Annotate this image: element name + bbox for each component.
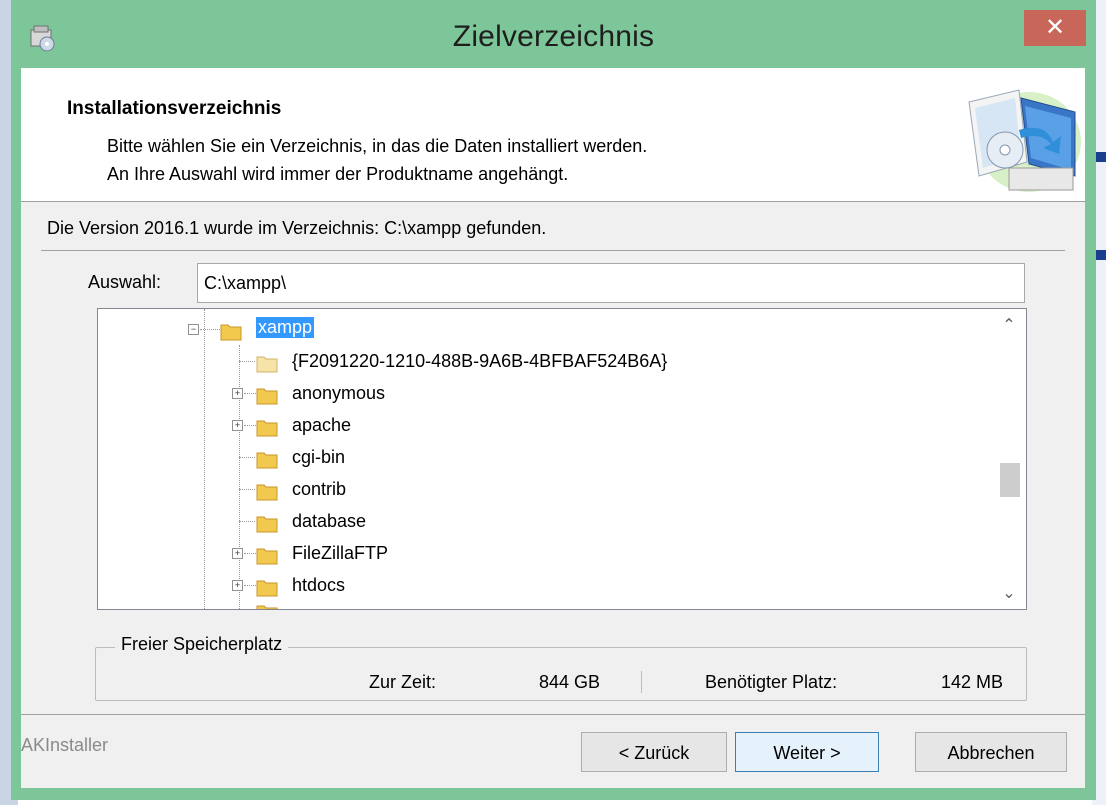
tree-item-label: cgi-bin: [292, 447, 346, 467]
tree-item-label: contrib: [292, 479, 347, 499]
title-bar[interactable]: Zielverzeichnis ✕: [11, 0, 1096, 68]
scroll-down-icon[interactable]: ⌄: [992, 583, 1026, 603]
back-button[interactable]: < Zurück: [581, 732, 727, 772]
tree-item[interactable]: + htdocs: [98, 569, 988, 601]
tree-connector: [244, 585, 256, 586]
cancel-button[interactable]: Abbrechen: [915, 732, 1067, 772]
current-space-value: 844 GB: [539, 672, 601, 692]
folder-icon: [256, 356, 278, 373]
separator: [641, 671, 642, 693]
required-space-label: Benötigter Platz:: [705, 672, 838, 692]
scroll-thumb[interactable]: [1000, 463, 1020, 497]
tree-connector: [239, 521, 255, 522]
folder-icon: [256, 605, 278, 609]
folder-icon: [256, 420, 278, 437]
tree-connector: [239, 489, 255, 490]
next-button[interactable]: Weiter >: [735, 732, 879, 772]
collapse-icon[interactable]: −: [188, 324, 199, 335]
current-space-label: Zur Zeit:: [369, 672, 437, 692]
installer-brand: AKInstaller: [21, 735, 109, 755]
tree-item-label: FileZillaFTP: [292, 543, 389, 563]
expand-icon[interactable]: +: [232, 420, 243, 431]
folder-icon: [256, 548, 278, 565]
header-description: Bitte wählen Sie ein Verzeichnis, in das…: [107, 136, 648, 156]
required-space-value: 142 MB: [941, 672, 1004, 692]
tree-item-label: apache: [292, 415, 352, 435]
tree-item[interactable]: + anonymous: [98, 377, 988, 409]
tree-item-label: {F2091220-1210-488B-9A6B-4BFBAF524B6A}: [292, 351, 668, 371]
tree-item[interactable]: + apache: [98, 409, 988, 441]
tree-item[interactable]: cgi-bin: [98, 441, 988, 473]
tree-item[interactable]: {F2091220-1210-488B-9A6B-4BFBAF524B6A}: [98, 345, 988, 377]
tree-item[interactable]: contrib: [98, 473, 988, 505]
folder-icon: [256, 516, 278, 533]
close-button[interactable]: ✕: [1024, 10, 1086, 46]
tree-connector: [239, 457, 255, 458]
folder-icon: [256, 484, 278, 501]
expand-icon[interactable]: +: [232, 580, 243, 591]
tree-item-label: xampp: [256, 317, 315, 338]
selection-label: Auswahl:: [88, 272, 162, 292]
expand-icon[interactable]: +: [232, 548, 243, 559]
tree-item[interactable]: − xampp: [98, 313, 988, 345]
folder-icon: [220, 324, 242, 341]
header-description: An Ihre Auswahl wird immer der Produktna…: [107, 164, 569, 184]
installer-computer-cd-icon: [968, 89, 1081, 192]
separator: [41, 250, 1065, 251]
folder-icon: [256, 580, 278, 597]
tree-connector: [244, 425, 256, 426]
header-panel: Installationsverzeichnis Bitte wählen Si…: [21, 68, 1085, 202]
found-version-message: Die Version 2016.1 wurde im Verzeichnis:…: [47, 218, 547, 238]
free-space-legend: Freier Speicherplatz: [115, 634, 289, 655]
installer-window: Zielverzeichnis ✕ Installationsverzeichn…: [11, 0, 1096, 800]
separator: [21, 714, 1085, 715]
dialog-body: Installationsverzeichnis Bitte wählen Si…: [21, 68, 1085, 788]
tree-connector: [239, 361, 255, 362]
tree-connector: [244, 393, 256, 394]
tree-item[interactable]: + FileZillaFTP: [98, 537, 988, 569]
tree-item-label: database: [292, 511, 367, 531]
tree-connector: [200, 329, 220, 330]
tree-item-label: anonymous: [292, 383, 386, 403]
tree-vertical-scrollbar[interactable]: ⌃ ⌄: [992, 309, 1026, 609]
selection-path-input[interactable]: [197, 263, 1025, 303]
scroll-up-icon[interactable]: ⌃: [992, 315, 1026, 335]
tree-item-label: htdocs: [292, 575, 346, 595]
window-title: Zielverzeichnis: [452, 20, 655, 53]
tree-connector: [244, 553, 256, 554]
folder-icon: [256, 452, 278, 469]
folder-icon: [256, 388, 278, 405]
tree-item[interactable]: database: [98, 505, 988, 537]
expand-icon[interactable]: +: [232, 388, 243, 399]
header-title: Installationsverzeichnis: [67, 98, 282, 119]
folder-tree[interactable]: − xampp {F2091220-1210-488B-9A6B-4BFBAF5…: [97, 308, 1027, 610]
